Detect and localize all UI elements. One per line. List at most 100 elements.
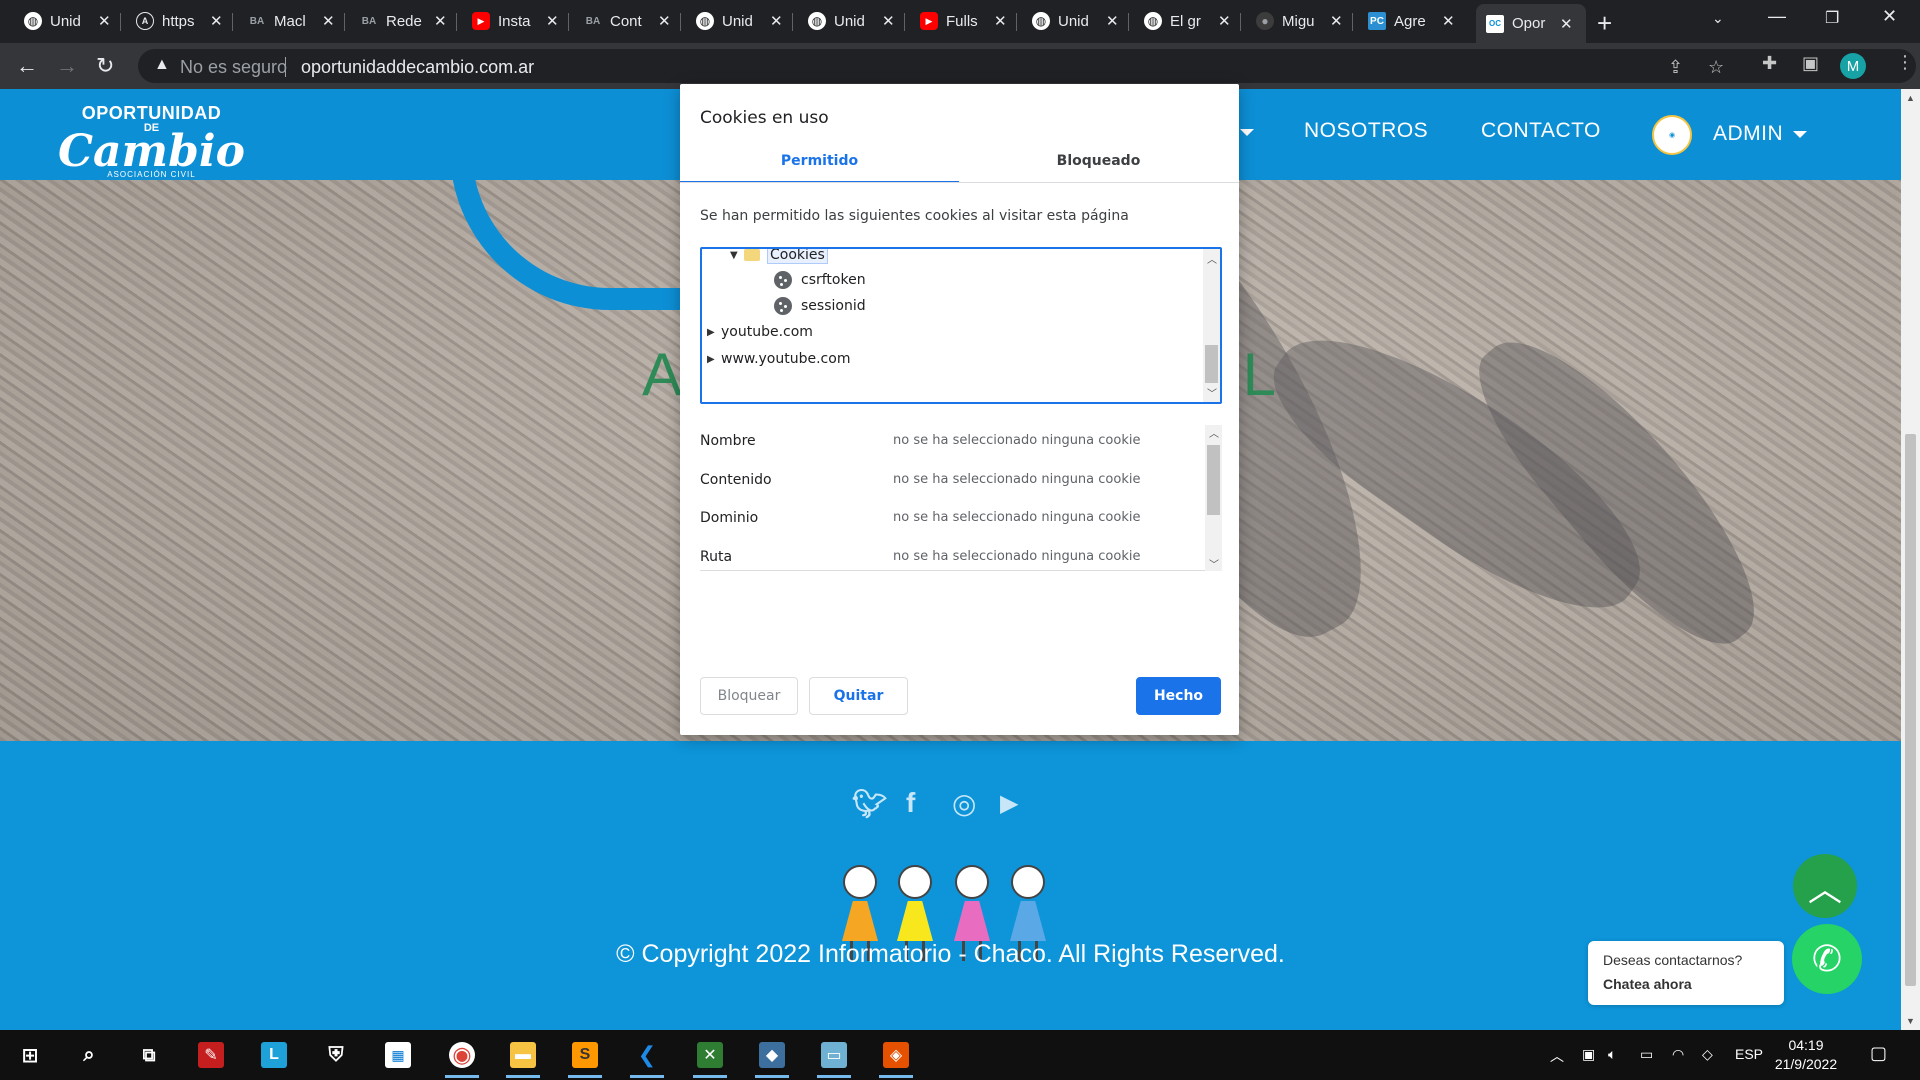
- browser-tab-active[interactable]: OC Opor ✕: [1476, 4, 1586, 43]
- acrobat-icon[interactable]: ✎: [198, 1042, 224, 1068]
- dropbox-icon[interactable]: ◇: [1702, 1046, 1713, 1063]
- volume-icon[interactable]: 🔈︎: [1608, 1046, 1616, 1063]
- menu-dots-icon[interactable]: ⋮: [1896, 52, 1914, 73]
- browser-tab[interactable]: A https ✕: [126, 6, 233, 36]
- tab-search-icon[interactable]: ⌄: [1712, 10, 1724, 27]
- close-icon[interactable]: ✕: [1442, 12, 1455, 30]
- device-icon[interactable]: ▣: [1582, 1046, 1595, 1063]
- instagram-icon[interactable]: ◎: [952, 787, 976, 820]
- youtube-icon[interactable]: ▶: [1000, 789, 1018, 818]
- browser-tab[interactable]: BA Rede ✕: [350, 6, 457, 36]
- expand-right-icon[interactable]: ▶: [707, 327, 721, 338]
- scroll-up-icon[interactable]: ︿: [1207, 251, 1217, 266]
- close-icon[interactable]: ✕: [994, 12, 1007, 30]
- close-window-icon[interactable]: ✕: [1882, 6, 1897, 27]
- git-icon[interactable]: ◈: [879, 1042, 913, 1078]
- nav-admin[interactable]: ADMIN: [1713, 122, 1808, 146]
- scroll-down-icon[interactable]: ﹀: [1209, 556, 1219, 571]
- close-icon[interactable]: ✕: [322, 12, 335, 30]
- store-icon[interactable]: ▦: [385, 1042, 411, 1068]
- bookmark-star-icon[interactable]: ☆: [1708, 57, 1724, 78]
- scroll-to-top-button[interactable]: ︿: [1793, 854, 1857, 918]
- close-icon[interactable]: ✕: [434, 12, 447, 30]
- scrollbar-thumb[interactable]: [1905, 434, 1916, 986]
- tree-cookie-item[interactable]: csrftoken: [774, 269, 866, 291]
- scroll-down-icon[interactable]: ▼: [1906, 1016, 1915, 1026]
- new-tab-icon[interactable]: +: [1597, 8, 1612, 39]
- url-text[interactable]: oportunidaddecambio.com.ar: [301, 57, 534, 78]
- tree-domain-item[interactable]: ▶ www.youtube.com: [707, 348, 850, 370]
- profile-avatar[interactable]: M: [1840, 53, 1866, 79]
- tree-cookie-item[interactable]: sessionid: [774, 295, 866, 317]
- browser-tab[interactable]: ◍ Unid ✕: [686, 6, 793, 36]
- search-icon[interactable]: ⌕: [76, 1042, 102, 1068]
- tab-allowed[interactable]: Permitido: [680, 153, 959, 183]
- browser-tab[interactable]: ● Migu ✕: [1246, 6, 1353, 36]
- sublime-icon[interactable]: S: [568, 1042, 602, 1078]
- restore-icon[interactable]: ❐: [1825, 8, 1839, 28]
- reload-icon[interactable]: ↻: [96, 53, 114, 79]
- browser-tab[interactable]: ◍ El gr ✕: [1134, 6, 1241, 36]
- nav-nosotros[interactable]: NOSOTROS: [1304, 119, 1428, 143]
- close-icon[interactable]: ✕: [210, 12, 223, 30]
- browser-tab[interactable]: ▶ Insta ✕: [462, 6, 569, 36]
- windows-start-icon[interactable]: ⊞: [17, 1042, 43, 1068]
- browser-tab[interactable]: ▶ Fulls ✕: [910, 6, 1017, 36]
- language-indicator[interactable]: ESP: [1735, 1046, 1763, 1062]
- tree-scrollbar[interactable]: ︿ ﹀: [1203, 249, 1220, 402]
- l-app-icon[interactable]: L: [261, 1042, 287, 1068]
- expand-down-icon[interactable]: ▼: [730, 250, 744, 261]
- wifi-icon[interactable]: ◠: [1672, 1046, 1684, 1063]
- close-icon[interactable]: ✕: [1218, 12, 1231, 30]
- nav-contacto[interactable]: CONTACTO: [1481, 119, 1601, 143]
- share-icon[interactable]: ⇪: [1668, 57, 1683, 78]
- mysql-workbench-icon[interactable]: ◆: [755, 1042, 789, 1078]
- browser-tab[interactable]: BA Macl ✕: [238, 6, 345, 36]
- close-icon[interactable]: ✕: [658, 12, 671, 30]
- tree-domain-item[interactable]: ▶ youtube.com: [707, 321, 813, 343]
- browser-tab[interactable]: BA Cont ✕: [574, 6, 681, 36]
- close-icon[interactable]: ✕: [882, 12, 895, 30]
- notepad-icon[interactable]: ▭: [817, 1042, 851, 1078]
- warning-icon[interactable]: ▲: [154, 56, 170, 74]
- back-icon[interactable]: ←: [16, 53, 38, 79]
- extensions-icon[interactable]: ✚: [1762, 53, 1777, 74]
- close-icon[interactable]: ✕: [1106, 12, 1119, 30]
- block-button[interactable]: Bloquear: [700, 677, 798, 715]
- cookie-tree[interactable]: ▼ Cookies csrftoken sessionid ▶ youtube.…: [700, 247, 1222, 404]
- close-icon[interactable]: ✕: [1330, 12, 1343, 30]
- security-shield-icon[interactable]: ⛨: [323, 1042, 349, 1068]
- system-clock[interactable]: 04:19 21/9/2022: [1766, 1036, 1846, 1074]
- task-view-icon[interactable]: ⧉: [136, 1042, 162, 1068]
- tab-blocked[interactable]: Bloqueado: [959, 153, 1238, 183]
- whatsapp-icon[interactable]: ✆: [1792, 924, 1862, 994]
- file-explorer-icon[interactable]: ▬: [506, 1042, 540, 1078]
- close-icon[interactable]: ✕: [1560, 15, 1573, 33]
- remove-button[interactable]: Quitar: [809, 677, 908, 715]
- browser-tab[interactable]: PC Agre ✕: [1358, 6, 1465, 36]
- close-icon[interactable]: ✕: [98, 12, 111, 30]
- page-scrollbar[interactable]: ▲ ▼: [1901, 89, 1920, 1030]
- chrome-icon[interactable]: ◉: [445, 1042, 479, 1078]
- done-button[interactable]: Hecho: [1136, 677, 1221, 715]
- site-logo[interactable]: OPORTUNIDAD DE Cambio ASOCIACIÓN CIVIL: [58, 103, 245, 179]
- facebook-icon[interactable]: f: [906, 787, 915, 819]
- notifications-icon[interactable]: ▢: [1870, 1043, 1887, 1064]
- expand-right-icon[interactable]: ▶: [707, 354, 721, 365]
- show-hidden-icons[interactable]: ︿: [1550, 1046, 1564, 1066]
- vscode-icon[interactable]: ❮: [630, 1042, 664, 1078]
- twitter-icon[interactable]: 🐦︎: [852, 787, 888, 820]
- address-bar[interactable]: ▲ No es seguro oportunidaddecambio.com.a…: [138, 49, 1916, 83]
- security-label[interactable]: No es seguro: [180, 57, 287, 78]
- browser-tab[interactable]: ◍ Unid ✕: [798, 6, 905, 36]
- minimize-icon[interactable]: —: [1768, 6, 1786, 27]
- close-icon[interactable]: ✕: [770, 12, 783, 30]
- admin-avatar[interactable]: ◉: [1652, 115, 1692, 155]
- excel-vba-icon[interactable]: ✕: [693, 1042, 727, 1078]
- tree-folder-cookies[interactable]: ▼ Cookies: [730, 249, 828, 266]
- scroll-down-icon[interactable]: ﹀: [1207, 385, 1217, 400]
- whatsapp-bubble[interactable]: Deseas contactarnos? Chatea ahora: [1588, 941, 1784, 1005]
- close-icon[interactable]: ✕: [546, 12, 559, 30]
- browser-tab[interactable]: ◍ Unid ✕: [1022, 6, 1129, 36]
- forward-icon[interactable]: →: [56, 53, 78, 79]
